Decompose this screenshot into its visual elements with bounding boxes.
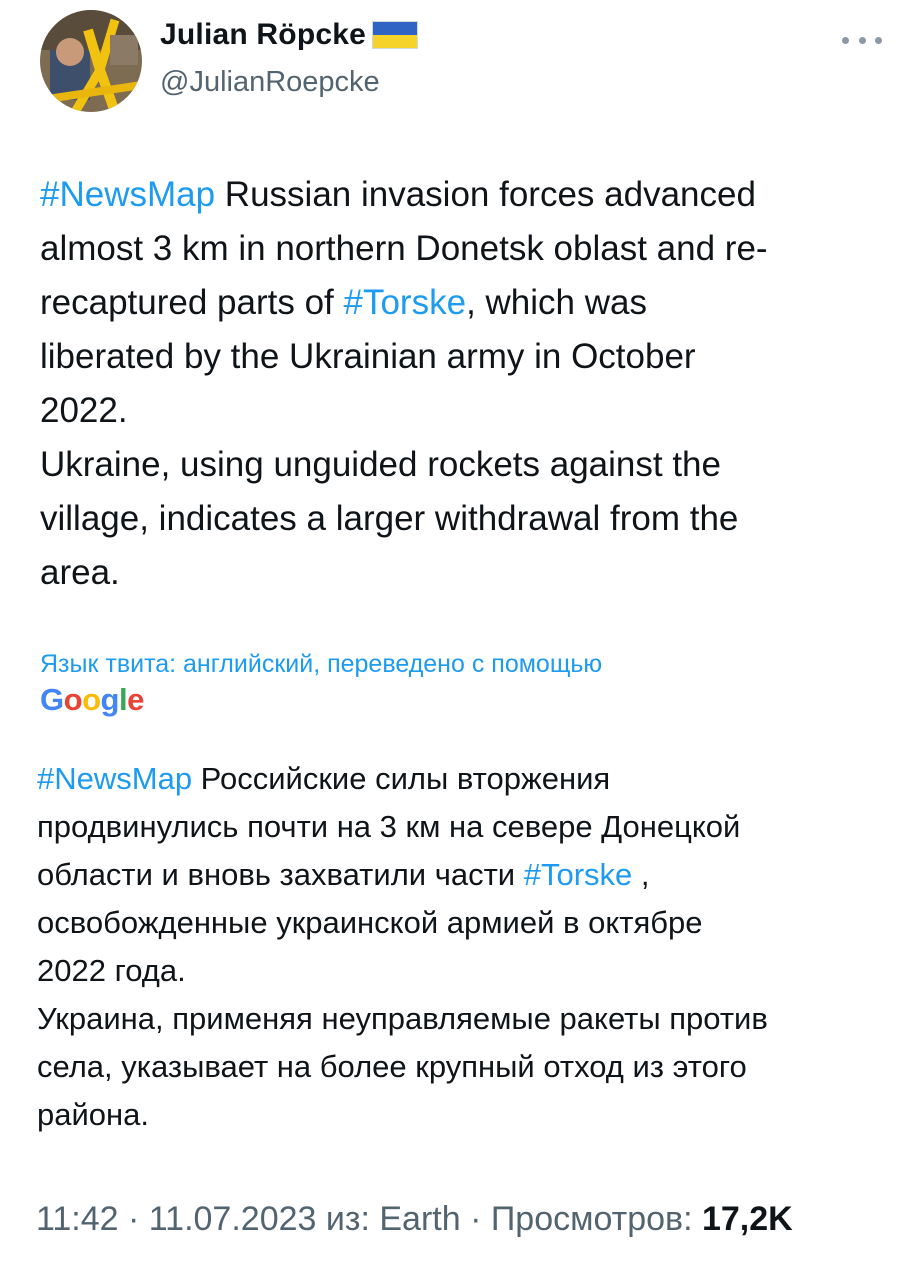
display-name[interactable]: Julian Röpcke — [160, 18, 418, 52]
hashtag-newsmap[interactable]: #NewsMap — [40, 175, 215, 214]
ukraine-flag-icon — [372, 21, 418, 49]
translated-hashtag-torske[interactable]: #Torske — [524, 857, 633, 892]
hashtag-torske[interactable]: #Torske — [344, 283, 467, 322]
tweet-text: #NewsMap Russian invasion forces advance… — [40, 168, 890, 600]
avatar[interactable] — [40, 10, 142, 112]
tweet-date[interactable]: 11.07.2023 — [149, 1200, 317, 1238]
google-logo: Google — [40, 682, 144, 717]
translation-note[interactable]: Язык твита: английский, переведено с пом… — [40, 650, 602, 679]
tweet-meta: 11:42 · 11.07.2023 из: Earth · Просмотро… — [36, 1200, 793, 1239]
user-handle[interactable]: @JulianRoepcke — [160, 66, 380, 99]
views-label: Просмотров: — [490, 1200, 702, 1238]
translated-hashtag-newsmap[interactable]: #NewsMap — [37, 761, 192, 796]
meta-separator: · — [118, 1200, 149, 1238]
translated-text-part2: , освобожденные украинской армией в октя… — [37, 857, 768, 1132]
tweet-time[interactable]: 11:42 — [36, 1200, 119, 1238]
tweet-source: из: Earth — [316, 1200, 461, 1238]
display-name-text: Julian Röpcke — [160, 18, 366, 51]
translated-text: #NewsMap Российские силы вторжения продв… — [37, 755, 897, 1139]
more-options-icon[interactable] — [842, 30, 882, 50]
meta-separator: · — [460, 1200, 491, 1238]
tweet-text-part2: , which was liberated by the Ukrainian a… — [40, 283, 739, 592]
views-count[interactable]: 17,2K — [702, 1200, 793, 1238]
